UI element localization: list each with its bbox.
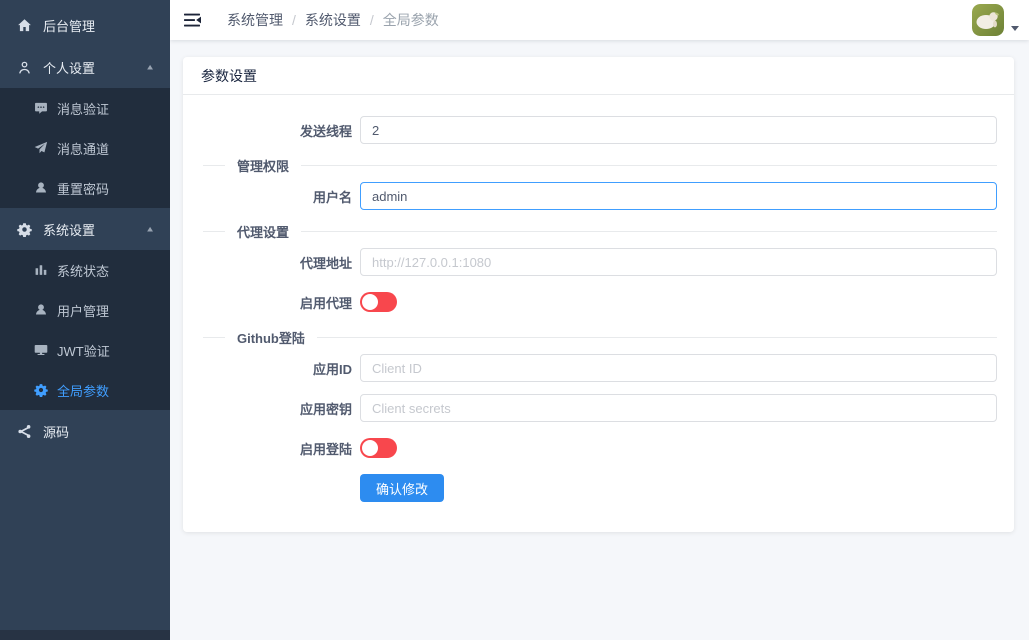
toggle-knob bbox=[362, 294, 378, 310]
section-divider-label: Github登陆 bbox=[237, 328, 305, 347]
应用ID-input[interactable] bbox=[360, 354, 997, 382]
section-divider-label: 管理权限 bbox=[237, 156, 289, 175]
home-icon bbox=[17, 18, 32, 33]
section-divider: 管理权限 bbox=[203, 156, 997, 174]
用户名-input[interactable] bbox=[360, 182, 997, 210]
sidebar-item-1[interactable]: 个人设置 ▲ bbox=[0, 46, 170, 88]
card-title: 参数设置 bbox=[183, 57, 1014, 95]
form-row: 代理地址 bbox=[183, 248, 997, 276]
sidebar-subitem-label: 消息验证 bbox=[57, 99, 109, 118]
sidebar-subitem-label: 全局参数 bbox=[57, 381, 109, 400]
sidebar-subitem[interactable]: 全局参数 bbox=[0, 370, 170, 410]
sidebar-item-2[interactable]: 系统设置 ▲ bbox=[0, 208, 170, 250]
main-content: 参数设置 发送线程管理权限用户名代理设置代理地址启用代理 Github登陆应用ID… bbox=[170, 40, 1029, 640]
field-label: 启用代理 bbox=[183, 293, 352, 312]
user-solid-icon bbox=[34, 303, 48, 317]
user-solid-icon bbox=[34, 181, 48, 195]
form-row: 用户名 bbox=[183, 182, 997, 210]
sidebar-subitem[interactable]: JWT验证 bbox=[0, 330, 170, 370]
toggle-knob bbox=[362, 440, 378, 456]
chevron-up-icon: ▲ bbox=[145, 225, 155, 234]
breadcrumb-item[interactable]: 系统设置 bbox=[305, 10, 361, 30]
field-label: 用户名 bbox=[183, 187, 352, 206]
breadcrumb-separator: / bbox=[292, 12, 296, 28]
gear-icon bbox=[34, 383, 48, 397]
form-row: 启用代理 bbox=[183, 288, 997, 316]
sidebar-subitem[interactable]: 消息通道 bbox=[0, 128, 170, 168]
sidebar-subitem[interactable]: 系统状态 bbox=[0, 250, 170, 290]
submenu: 消息验证消息通道重置密码 bbox=[0, 88, 170, 208]
section-divider: 代理设置 bbox=[203, 222, 997, 240]
应用密钥-input[interactable] bbox=[360, 394, 997, 422]
sidebar-item-0[interactable]: 后台管理 bbox=[0, 4, 170, 46]
sidebar-item-label: 系统设置 bbox=[43, 220, 95, 239]
message-icon bbox=[34, 101, 48, 115]
breadcrumb: 系统管理 / 系统设置 / 全局参数 bbox=[227, 10, 439, 30]
sidebar-subitem-label: JWT验证 bbox=[57, 341, 110, 360]
form-row: 应用ID bbox=[183, 354, 997, 382]
发送线程-input[interactable] bbox=[360, 116, 997, 144]
send-icon bbox=[34, 141, 48, 155]
menu-fold-icon[interactable] bbox=[182, 10, 202, 30]
monitor-icon bbox=[34, 343, 48, 357]
settings-form: 发送线程管理权限用户名代理设置代理地址启用代理 Github登陆应用ID 应用密钥启… bbox=[183, 95, 1014, 532]
sidebar-item-label: 源码 bbox=[43, 422, 69, 441]
chevron-up-icon: ▲ bbox=[145, 63, 155, 72]
sidebar-scrollbar[interactable] bbox=[0, 630, 170, 640]
field-label: 发送线程 bbox=[183, 121, 352, 140]
bar-chart-icon bbox=[34, 263, 48, 277]
form-row: 应用密钥 bbox=[183, 394, 997, 422]
form-row: 启用登陆 bbox=[183, 434, 997, 462]
sidebar-subitem[interactable]: 消息验证 bbox=[0, 88, 170, 128]
sidebar: 后台管理个人设置 ▲ 消息验证消息通道重置密码系统设置 ▲ 系统状态用户管理 JWT验证全… bbox=[0, 0, 170, 640]
top-header: 系统管理 / 系统设置 / 全局参数 bbox=[170, 0, 1029, 40]
field-label: 代理地址 bbox=[183, 253, 352, 272]
form-row: 确认修改 bbox=[183, 474, 997, 502]
confirm-button[interactable]: 确认修改 bbox=[360, 474, 444, 502]
breadcrumb-separator: / bbox=[370, 12, 374, 28]
avatar[interactable] bbox=[972, 4, 1004, 36]
sidebar-item-label: 个人设置 bbox=[43, 58, 95, 77]
gear-icon bbox=[17, 222, 32, 237]
breadcrumb-item[interactable]: 系统管理 bbox=[227, 10, 283, 30]
sidebar-subitem[interactable]: 重置密码 bbox=[0, 168, 170, 208]
section-divider: Github登陆 bbox=[203, 328, 997, 346]
sidebar-subitem-label: 重置密码 bbox=[57, 179, 109, 198]
sidebar-subitem-label: 用户管理 bbox=[57, 301, 109, 320]
submenu: 系统状态用户管理 JWT验证全局参数 bbox=[0, 250, 170, 410]
sidebar-item-label: 后台管理 bbox=[43, 16, 95, 35]
section-divider-label: 代理设置 bbox=[237, 222, 289, 241]
sidebar-subitem-label: 系统状态 bbox=[57, 261, 109, 280]
代理地址-input[interactable] bbox=[360, 248, 997, 276]
sidebar-subitem[interactable]: 用户管理 bbox=[0, 290, 170, 330]
field-label: 应用ID bbox=[183, 359, 352, 378]
field-label: 应用密钥 bbox=[183, 399, 352, 418]
user-outline-icon bbox=[17, 60, 32, 75]
settings-card: 参数设置 发送线程管理权限用户名代理设置代理地址启用代理 Github登陆应用ID… bbox=[183, 57, 1014, 532]
field-label: 启用登陆 bbox=[183, 439, 352, 458]
sidebar-item-3[interactable]: 源码 bbox=[0, 410, 170, 452]
启用代理-toggle[interactable] bbox=[360, 292, 397, 312]
share-icon bbox=[17, 424, 32, 439]
启用登陆-toggle[interactable] bbox=[360, 438, 397, 458]
sidebar-subitem-label: 消息通道 bbox=[57, 139, 109, 158]
caret-down-icon[interactable] bbox=[1011, 26, 1019, 31]
form-row: 发送线程 bbox=[183, 116, 997, 144]
breadcrumb-item: 全局参数 bbox=[383, 10, 439, 30]
